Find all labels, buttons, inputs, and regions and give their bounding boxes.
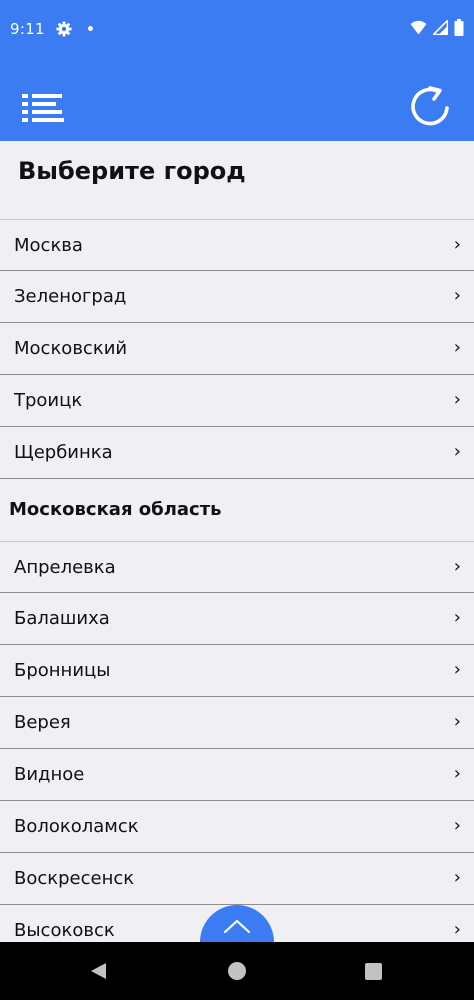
app-bar bbox=[0, 60, 474, 141]
chevron-right-icon: › bbox=[453, 919, 461, 940]
list-item-volokolamsk[interactable]: Волоколамск › bbox=[0, 801, 474, 853]
list-item-balashikha[interactable]: Балашиха › bbox=[0, 593, 474, 645]
chevron-up-icon bbox=[223, 919, 251, 934]
list-item-troitsk[interactable]: Троицк › bbox=[0, 375, 474, 427]
section-header-region: Московская область bbox=[9, 499, 222, 520]
list-item-label: Бронницы bbox=[14, 660, 111, 681]
status-bar: 9:11 bbox=[0, 0, 474, 60]
list-item-label: Щербинка bbox=[14, 442, 113, 463]
chevron-right-icon: › bbox=[453, 285, 461, 306]
chevron-right-icon: › bbox=[453, 763, 461, 784]
page-title: Выберите город bbox=[18, 157, 246, 185]
region-city-list: Апрелевка › Балашиха › Бронницы › Верея … bbox=[0, 541, 474, 942]
list-item-vidnoe[interactable]: Видное › bbox=[0, 749, 474, 801]
home-icon[interactable] bbox=[228, 962, 246, 980]
chevron-right-icon: › bbox=[453, 867, 461, 888]
list-item-label: Балашиха bbox=[14, 608, 110, 629]
list-item-label: Воскресенск bbox=[14, 868, 135, 889]
list-item-label: Верея bbox=[14, 712, 71, 733]
list-item-label: Московский bbox=[14, 338, 128, 359]
chevron-right-icon: › bbox=[453, 337, 461, 358]
chevron-right-icon: › bbox=[453, 441, 461, 462]
chevron-right-icon: › bbox=[453, 815, 461, 836]
list-item-label: Волоколамск bbox=[14, 816, 139, 837]
back-icon[interactable] bbox=[89, 962, 107, 980]
list-item-label: Видное bbox=[14, 764, 85, 785]
chevron-right-icon: › bbox=[453, 607, 461, 628]
settings-icon bbox=[56, 21, 72, 37]
list-item-zelenograd[interactable]: Зеленоград › bbox=[0, 271, 474, 323]
list-item-shcherbinka[interactable]: Щербинка › bbox=[0, 427, 474, 479]
navigation-bar bbox=[0, 942, 474, 1000]
list-item-vereya[interactable]: Верея › bbox=[0, 697, 474, 749]
menu-list-icon[interactable] bbox=[22, 92, 64, 124]
list-item-bronnitsy[interactable]: Бронницы › bbox=[0, 645, 474, 697]
list-item-moskva[interactable]: Москва › bbox=[0, 219, 474, 271]
battery-icon bbox=[454, 18, 464, 40]
list-item-label: Москва bbox=[14, 235, 83, 256]
list-item-moskovsky[interactable]: Московский › bbox=[0, 323, 474, 375]
city-list: Москва › Зеленоград › Московский › Троиц… bbox=[0, 219, 474, 479]
notification-dot bbox=[88, 26, 93, 31]
city-list-screen: Выберите город Москва › Зеленоград › Мос… bbox=[0, 141, 474, 942]
chevron-right-icon: › bbox=[453, 234, 461, 255]
list-item-label: Высоковск bbox=[14, 920, 115, 941]
status-time: 9:11 bbox=[10, 20, 45, 38]
signal-icon bbox=[431, 18, 449, 39]
chevron-right-icon: › bbox=[453, 659, 461, 680]
wifi-icon bbox=[410, 20, 427, 39]
recents-icon[interactable] bbox=[365, 963, 382, 980]
chevron-right-icon: › bbox=[453, 389, 461, 410]
list-item-voskresensk[interactable]: Воскресенск › bbox=[0, 853, 474, 905]
list-item-label: Апрелевка bbox=[14, 557, 116, 578]
list-item-label: Троицк bbox=[14, 390, 83, 411]
chevron-right-icon: › bbox=[453, 711, 461, 732]
list-item-aprelevka[interactable]: Апрелевка › bbox=[0, 541, 474, 593]
refresh-icon[interactable] bbox=[408, 86, 452, 130]
list-item-label: Зеленоград bbox=[14, 286, 127, 307]
chevron-right-icon: › bbox=[453, 556, 461, 577]
status-icons bbox=[410, 18, 464, 40]
